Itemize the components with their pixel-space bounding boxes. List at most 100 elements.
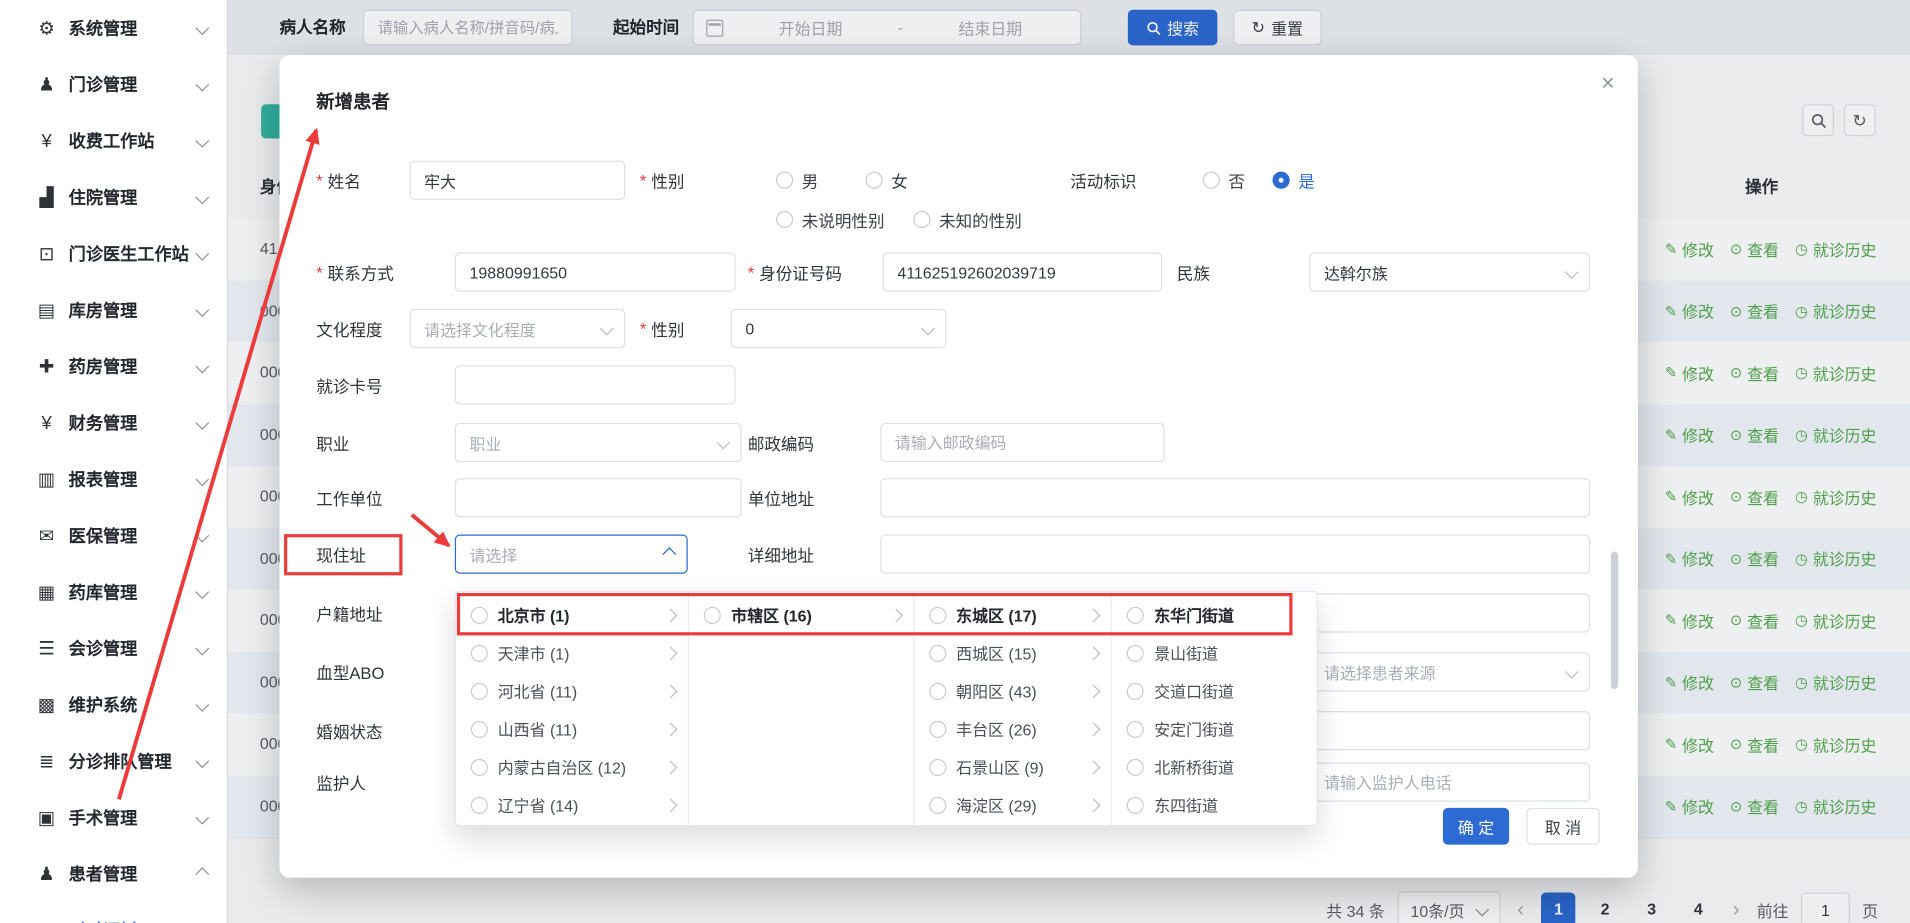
close-icon[interactable]: × bbox=[1601, 72, 1615, 95]
contact-input[interactable] bbox=[455, 253, 736, 292]
list-icon: ≣ bbox=[34, 750, 59, 772]
radio-icon[interactable] bbox=[471, 758, 488, 775]
cascader-option-beixinqiao[interactable]: 北新桥街道 bbox=[1113, 748, 1317, 786]
cascader-option-neimenggu[interactable]: 内蒙古自治区 (12) bbox=[456, 748, 688, 786]
gender-label: *性别 bbox=[640, 161, 684, 200]
sidebar-item-doctor-workstation[interactable]: ⊡门诊医生工作站 bbox=[0, 226, 227, 282]
sidebar-item-drugstore[interactable]: ▦药库管理 bbox=[0, 564, 227, 620]
chevron-down-icon bbox=[1565, 265, 1579, 279]
chevron-right-icon bbox=[664, 684, 678, 698]
cascader-option-haidian[interactable]: 海淀区 (29) bbox=[914, 786, 1111, 824]
cascader-option-jiaodaokou[interactable]: 交道口街道 bbox=[1113, 672, 1317, 710]
sidebar-item-insurance[interactable]: ✉医保管理 bbox=[0, 508, 227, 564]
sidebar-item-consultation[interactable]: ☰会诊管理 bbox=[0, 620, 227, 676]
postal-code-label: 邮政编码 bbox=[748, 423, 814, 462]
work-unit-input[interactable] bbox=[455, 478, 742, 517]
sidebar-item-patient-list[interactable]: ♟患者列表 bbox=[0, 902, 227, 923]
id-number-input[interactable] bbox=[883, 253, 1163, 292]
cascader-option-hebei[interactable]: 河北省 (11) bbox=[456, 672, 688, 710]
sidebar-item-charging[interactable]: ¥收费工作站 bbox=[0, 113, 227, 169]
radio-icon[interactable] bbox=[1127, 758, 1144, 775]
cancel-button[interactable]: 取 消 bbox=[1526, 808, 1600, 845]
radio-icon[interactable] bbox=[1127, 796, 1144, 813]
gender-radio-unknown[interactable]: 未知的性别 bbox=[913, 200, 1021, 239]
ethnicity-select[interactable]: 达斡尔族 bbox=[1309, 253, 1590, 292]
occupation-select[interactable]: 职业 bbox=[455, 423, 742, 462]
sidebar-item-triage-queue[interactable]: ≣分诊排队管理 bbox=[0, 733, 227, 789]
radio-icon[interactable] bbox=[471, 682, 488, 699]
radio-icon[interactable] bbox=[929, 606, 946, 623]
visit-card-input[interactable] bbox=[455, 365, 736, 404]
sidebar-item-patient-management[interactable]: ♟患者管理 bbox=[0, 846, 227, 902]
cascader-option-dongsi[interactable]: 东四街道 bbox=[1113, 786, 1317, 824]
sidebar-item-pharmacy[interactable]: ✚药房管理 bbox=[0, 338, 227, 394]
radio-icon[interactable] bbox=[471, 644, 488, 661]
radio-icon[interactable] bbox=[929, 644, 946, 661]
sidebar-item-reports[interactable]: ▥报表管理 bbox=[0, 451, 227, 507]
cascader-option-liaoning[interactable]: 辽宁省 (14) bbox=[456, 786, 688, 824]
radio-icon[interactable] bbox=[929, 720, 946, 737]
radio-icon[interactable] bbox=[704, 606, 721, 623]
radio-icon[interactable] bbox=[929, 758, 946, 775]
sidebar-item-warehouse[interactable]: ▤库房管理 bbox=[0, 282, 227, 338]
cascader-option-shijingshan[interactable]: 石景山区 (9) bbox=[914, 748, 1111, 786]
name-input[interactable] bbox=[409, 161, 625, 200]
chevron-down-icon bbox=[195, 78, 209, 92]
cascader-option-fengtai[interactable]: 丰台区 (26) bbox=[914, 710, 1111, 748]
sidebar-item-outpatient[interactable]: ♟门诊管理 bbox=[0, 56, 227, 112]
unit-address-input[interactable] bbox=[880, 478, 1590, 517]
radio-icon[interactable] bbox=[1127, 644, 1144, 661]
address-cascader-panel: 北京市 (1) 天津市 (1) 河北省 (11) 山西省 (11) 内蒙古自治区… bbox=[455, 591, 1318, 826]
guardian-phone-input[interactable] bbox=[1309, 763, 1590, 802]
cascader-province-column: 北京市 (1) 天津市 (1) 河北省 (11) 山西省 (11) 内蒙古自治区… bbox=[456, 592, 689, 825]
grid-icon: ▩ bbox=[34, 694, 59, 716]
cascader-option-beijing[interactable]: 北京市 (1) bbox=[456, 596, 688, 634]
cascader-option-xicheng[interactable]: 西城区 (15) bbox=[914, 634, 1111, 672]
sidebar: ⚙系统管理 ♟门诊管理 ¥收费工作站 ▟住院管理 ⊡门诊医生工作站 ▤库房管理 … bbox=[0, 0, 228, 923]
cascader-option-dongcheng[interactable]: 东城区 (17) bbox=[914, 596, 1111, 634]
active-flag-label: 活动标识 bbox=[1070, 161, 1136, 200]
cascader-option-donghuamen[interactable]: 东华门街道 bbox=[1113, 596, 1317, 634]
current-address-select[interactable]: 请选择 bbox=[455, 535, 688, 574]
cascader-option-jingshan[interactable]: 景山街道 bbox=[1113, 634, 1317, 672]
sidebar-item-inpatient[interactable]: ▟住院管理 bbox=[0, 169, 227, 225]
sidebar-item-system[interactable]: ⚙系统管理 bbox=[0, 0, 227, 56]
radio-icon[interactable] bbox=[1127, 720, 1144, 737]
cascader-option-tianjin[interactable]: 天津市 (1) bbox=[456, 634, 688, 672]
cascader-option-shixiaqu[interactable]: 市辖区 (16) bbox=[690, 596, 914, 634]
sidebar-item-surgery[interactable]: ▣手术管理 bbox=[0, 789, 227, 845]
radio-icon[interactable] bbox=[471, 606, 488, 623]
chevron-right-icon bbox=[664, 722, 678, 736]
radio-icon[interactable] bbox=[471, 796, 488, 813]
active-flag-radio-no[interactable]: 否 bbox=[1203, 161, 1245, 200]
chevron-right-icon bbox=[1087, 684, 1101, 698]
chevron-right-icon bbox=[664, 608, 678, 622]
active-flag-radio-yes[interactable]: 是 bbox=[1273, 161, 1315, 200]
sidebar-item-finance[interactable]: ¥财务管理 bbox=[0, 395, 227, 451]
radio-icon[interactable] bbox=[1127, 606, 1144, 623]
gender-radio-male[interactable]: 男 bbox=[776, 161, 818, 200]
required-mark: * bbox=[748, 263, 754, 281]
radio-icon[interactable] bbox=[471, 720, 488, 737]
household-address-label: 户籍地址 bbox=[316, 593, 382, 632]
gender-code-select[interactable]: 0 bbox=[731, 309, 947, 348]
sidebar-item-maintenance[interactable]: ▩维护系统 bbox=[0, 677, 227, 733]
gender-radio-unspecified[interactable]: 未说明性别 bbox=[776, 200, 884, 239]
dialog-scrollbar[interactable] bbox=[1611, 552, 1618, 689]
chevron-down-icon bbox=[195, 416, 209, 430]
radio-icon[interactable] bbox=[1127, 682, 1144, 699]
patient-source-select[interactable]: 请选择患者来源 bbox=[1309, 652, 1590, 691]
postal-code-input[interactable] bbox=[880, 423, 1164, 462]
gender-radio-female[interactable]: 女 bbox=[866, 161, 908, 200]
cascader-option-andingmen[interactable]: 安定门街道 bbox=[1113, 710, 1317, 748]
detail-address-input[interactable] bbox=[880, 535, 1590, 574]
education-select[interactable]: 请选择文化程度 bbox=[409, 309, 625, 348]
radio-icon[interactable] bbox=[929, 796, 946, 813]
confirm-button[interactable]: 确 定 bbox=[1443, 808, 1509, 845]
cascader-option-shanxi[interactable]: 山西省 (11) bbox=[456, 710, 688, 748]
gear-icon: ⚙ bbox=[34, 17, 59, 39]
cascader-option-chaoyang[interactable]: 朝阳区 (43) bbox=[914, 672, 1111, 710]
cascader-district-column: 东城区 (17) 西城区 (15) 朝阳区 (43) 丰台区 (26) 石景山区… bbox=[914, 592, 1112, 825]
radio-icon[interactable] bbox=[929, 682, 946, 699]
chevron-right-icon bbox=[664, 646, 678, 660]
